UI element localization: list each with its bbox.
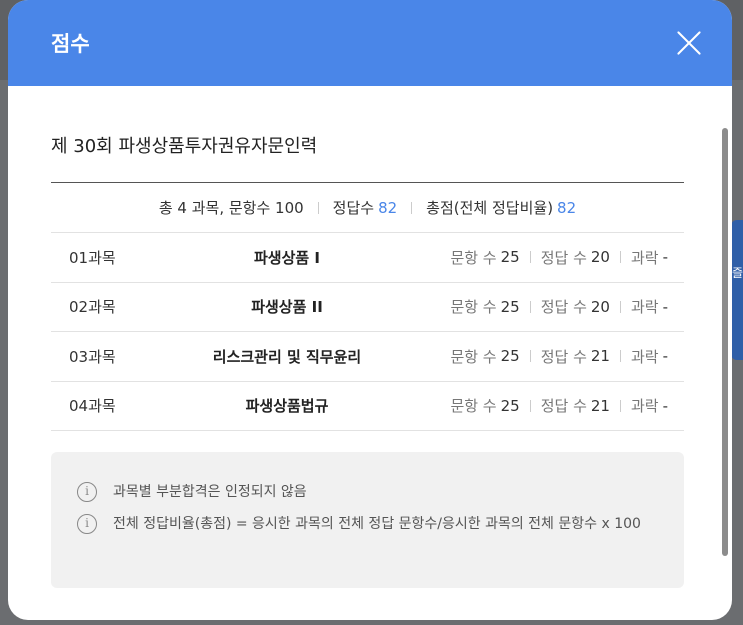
subject-row: 02과목 파생상품 II 문항 수 25 정답 수 20 과락 - (51, 283, 684, 332)
question-count-label: 문항 수 (450, 347, 497, 366)
modal-scrollbar[interactable] (722, 128, 728, 556)
question-count-label: 문항 수 (450, 248, 497, 267)
correct-label: 정답 수 (540, 397, 587, 416)
subject-stats: 문항 수 25 정답 수 20 과락 - (403, 247, 684, 268)
modal-title: 점수 (51, 32, 90, 56)
subject-code: 02과목 (69, 298, 116, 317)
question-count-value: 25 (500, 347, 520, 366)
fail-label: 과락 (630, 347, 659, 366)
notice-item: i 과목별 부분합격은 인정되지 않음 (77, 480, 658, 504)
close-icon[interactable] (676, 30, 702, 56)
fail-label: 과락 (630, 298, 659, 317)
score-modal: 점수 제 30회 파생상품투자권유자문인력 총 4 과목, 문항수 100 정답… (8, 0, 732, 620)
fail-value: - (662, 396, 668, 415)
correct-value: 21 (590, 347, 610, 366)
divider (529, 350, 531, 363)
fail-label: 과락 (630, 397, 659, 416)
correct-value: 20 (590, 297, 610, 316)
subject-row: 01과목 파생상품 I 문항 수 25 정답 수 20 과락 - (51, 233, 684, 283)
correct-value: 21 (590, 396, 610, 415)
question-count-label: 문항 수 (450, 298, 497, 317)
fail-label: 과락 (630, 248, 659, 267)
subject-name: 파생상품법규 (245, 397, 329, 416)
score-summary: 총 4 과목, 문항수 100 정답수 82 총점(전체 정답비율) 82 (51, 183, 684, 233)
info-icon: i (77, 514, 97, 534)
correct-label: 정답 수 (540, 248, 587, 267)
correct-count-value: 82 (378, 198, 398, 217)
subject-row: 03과목 리스크관리 및 직무윤리 문항 수 25 정답 수 21 과락 - (51, 332, 684, 382)
divider (619, 350, 621, 363)
question-count-value: 25 (500, 248, 520, 267)
subject-stats: 문항 수 25 정답 수 20 과락 - (403, 296, 684, 317)
correct-label: 정답 수 (540, 298, 587, 317)
info-icon: i (77, 482, 97, 502)
total-score-value: 82 (557, 198, 577, 217)
subject-stats: 문항 수 25 정답 수 21 과락 - (403, 395, 684, 416)
subject-code: 01과목 (69, 248, 116, 267)
divider (619, 399, 621, 412)
subject-row: 04과목 파생상품법규 문항 수 25 정답 수 21 과락 - (51, 382, 684, 431)
exam-title: 제 30회 파생상품투자권유자문인력 (51, 136, 318, 157)
subject-name: 파생상품 II (251, 298, 323, 317)
question-count-value: 25 (500, 396, 520, 415)
notice-box: i 과목별 부분합격은 인정되지 않음 i 전체 정답비율(총점) = 응시한 … (51, 452, 684, 588)
divider (619, 251, 621, 264)
background-side-tab: 즐 (731, 220, 743, 360)
fail-value: - (662, 297, 668, 316)
correct-count-label: 정답수 (332, 199, 375, 217)
subject-stats: 문항 수 25 정답 수 21 과락 - (403, 346, 684, 367)
divider (619, 300, 621, 313)
notice-text: 과목별 부분합격은 인정되지 않음 (113, 484, 307, 500)
fail-value: - (662, 248, 668, 267)
subject-code: 03과목 (69, 347, 116, 366)
modal-header: 점수 (8, 0, 732, 86)
subject-name: 파생상품 I (253, 248, 320, 267)
notice-text: 전체 정답비율(총점) = 응시한 과목의 전체 정답 문항수/응시한 과목의 … (113, 516, 641, 532)
divider (317, 201, 319, 214)
subject-code: 04과목 (69, 397, 116, 416)
divider (529, 399, 531, 412)
correct-value: 20 (590, 248, 610, 267)
total-score-label: 총점(전체 정답비율) (426, 199, 554, 217)
question-count-label: 문항 수 (450, 397, 497, 416)
correct-label: 정답 수 (540, 347, 587, 366)
score-table: 총 4 과목, 문항수 100 정답수 82 총점(전체 정답비율) 82 01… (51, 182, 684, 431)
notice-item: i 전체 정답비율(총점) = 응시한 과목의 전체 정답 문항수/응시한 과목… (77, 512, 658, 536)
subject-name: 리스크관리 및 직무윤리 (212, 347, 362, 366)
question-count-value: 25 (500, 297, 520, 316)
divider (411, 201, 413, 214)
divider (529, 251, 531, 264)
divider (529, 300, 531, 313)
fail-value: - (662, 347, 668, 366)
total-subjects-label: 총 4 과목, 문항수 100 (158, 199, 304, 217)
